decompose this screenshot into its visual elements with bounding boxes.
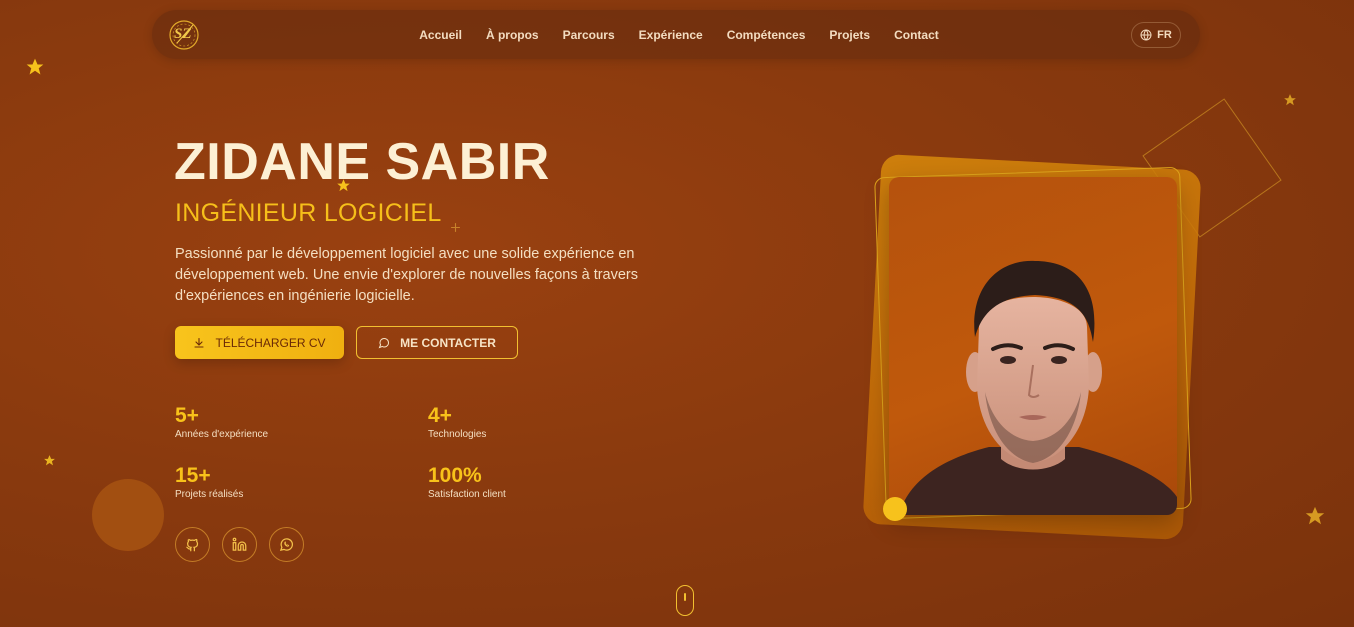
star-decoration (26, 58, 44, 75)
profile-portrait-image (899, 260, 1177, 515)
contact-me-label: ME CONTACTER (400, 335, 496, 350)
nav-link-projets[interactable]: Projets (829, 28, 870, 42)
whatsapp-button[interactable] (269, 527, 304, 562)
stat-experience: 5+ Années d'expérience (175, 404, 268, 440)
nav-link-competences[interactable]: Compétences (727, 28, 806, 42)
globe-icon (1140, 29, 1152, 41)
stat-label: Satisfaction client (428, 489, 506, 500)
hero-role: INGÉNIEUR LOGICIEL (175, 199, 442, 227)
stat-projects: 15+ Projets réalisés (175, 464, 243, 500)
star-decoration (44, 455, 55, 466)
language-label: FR (1157, 29, 1172, 41)
stat-label: Années d'expérience (175, 429, 269, 440)
stat-satisfaction: 100% Satisfaction client (428, 464, 506, 500)
language-switch-button[interactable]: FR (1131, 22, 1181, 48)
nav-link-contact[interactable]: Contact (894, 28, 939, 42)
nav-link-experience[interactable]: Expérience (639, 28, 703, 42)
nav-links: Accueil À propos Parcours Expérience Com… (152, 10, 1200, 59)
download-cv-label: TÉLÉCHARGER CV (215, 335, 326, 350)
top-navbar: SZ Accueil À propos Parcours Expérience … (152, 10, 1200, 59)
scroll-down-indicator[interactable] (676, 585, 694, 616)
github-button[interactable] (175, 527, 210, 562)
star-decoration (1305, 506, 1325, 525)
linkedin-button[interactable] (222, 527, 257, 562)
download-cv-button[interactable]: TÉLÉCHARGER CV (175, 326, 344, 359)
nav-link-a-propos[interactable]: À propos (486, 28, 539, 42)
contact-me-button[interactable]: ME CONTACTER (356, 326, 518, 359)
whatsapp-icon (279, 538, 294, 551)
hero-name: ZIDANE SABIR (174, 133, 550, 191)
stat-value: 100% (428, 464, 482, 487)
nav-link-parcours[interactable]: Parcours (563, 28, 615, 42)
circle-decoration (92, 479, 164, 551)
profile-photo (889, 177, 1177, 515)
stat-technologies: 4+ Technologies (428, 404, 486, 440)
hero-description: Passionné par le développement logiciel … (175, 246, 639, 304)
stat-value: 4+ (428, 404, 452, 427)
stat-label: Projets réalisés (175, 489, 244, 500)
plus-decoration (451, 223, 460, 232)
star-decoration (1284, 94, 1296, 106)
stat-value: 15+ (175, 464, 211, 487)
stat-value: 5+ (175, 404, 199, 427)
download-icon (194, 337, 205, 348)
github-icon (186, 538, 199, 552)
message-circle-icon (378, 337, 390, 348)
stat-label: Technologies (428, 429, 487, 440)
linkedin-icon (232, 537, 247, 551)
nav-link-accueil[interactable]: Accueil (419, 28, 462, 42)
